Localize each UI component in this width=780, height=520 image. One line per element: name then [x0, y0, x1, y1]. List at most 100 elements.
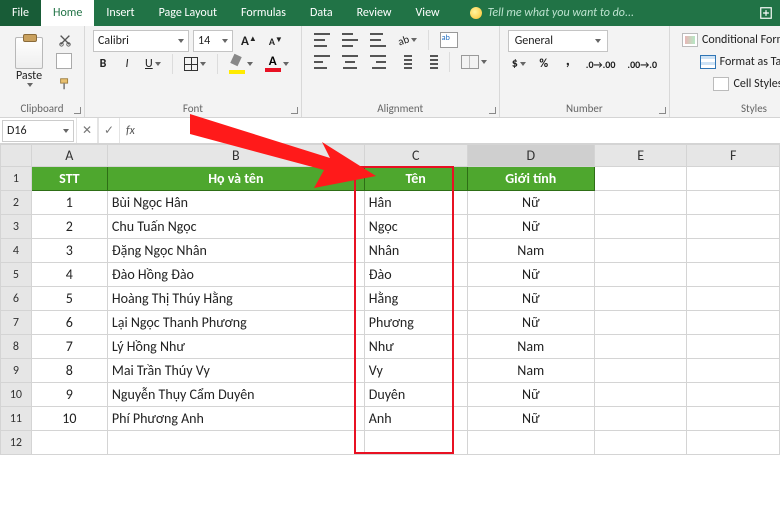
tab-insert[interactable]: Insert — [94, 0, 146, 26]
cell[interactable]: STT — [31, 167, 107, 191]
font-size-select[interactable]: 14 — [193, 30, 233, 52]
cell[interactable] — [594, 167, 686, 191]
row-header[interactable]: 1 — [1, 167, 32, 191]
cell[interactable]: 5 — [31, 287, 107, 311]
decrease-indent-button[interactable] — [394, 52, 416, 72]
cell[interactable]: Ngọc — [364, 215, 467, 239]
cell[interactable]: Giới tính — [467, 167, 594, 191]
cell[interactable]: Đặng Ngọc Nhân — [107, 239, 364, 263]
copy-button[interactable] — [54, 52, 76, 72]
cell[interactable]: 9 — [31, 383, 107, 407]
cell[interactable]: Chu Tuấn Ngọc — [107, 215, 364, 239]
align-right-button[interactable] — [366, 52, 390, 72]
col-header-B[interactable]: B — [107, 145, 364, 167]
cell[interactable]: Đào Hồng Đào — [107, 263, 364, 287]
cell[interactable]: 6 — [31, 311, 107, 335]
cell[interactable] — [594, 263, 686, 287]
col-header-D[interactable]: D — [467, 145, 594, 167]
cell[interactable]: Nữ — [467, 407, 594, 431]
wrap-text-button[interactable] — [436, 30, 462, 50]
borders-button[interactable] — [180, 54, 210, 74]
cell[interactable] — [364, 431, 467, 455]
cell[interactable] — [687, 215, 780, 239]
cell[interactable]: Nữ — [467, 287, 594, 311]
row-header[interactable]: 11 — [1, 407, 32, 431]
cell[interactable] — [687, 167, 780, 191]
cell[interactable]: Tên — [364, 167, 467, 191]
cell[interactable] — [687, 239, 780, 263]
tab-home[interactable]: Home — [41, 0, 94, 26]
col-header-C[interactable]: C — [364, 145, 467, 167]
cell[interactable]: Bùi Ngọc Hân — [107, 191, 364, 215]
conditional-formatting-button[interactable]: Conditional Formatting — [678, 30, 780, 50]
fill-color-button[interactable] — [225, 54, 257, 74]
tab-view[interactable]: View — [404, 0, 452, 26]
align-center-button[interactable] — [338, 52, 362, 72]
font-color-button[interactable]: A — [261, 54, 293, 74]
italic-button[interactable]: I — [117, 54, 137, 74]
decrease-decimal-button[interactable]: .00→.0 — [623, 54, 661, 74]
dialog-launcher-icon[interactable] — [657, 105, 667, 115]
row-header[interactable]: 9 — [1, 359, 32, 383]
align-top-button[interactable] — [310, 30, 334, 50]
dialog-launcher-icon[interactable] — [72, 105, 82, 115]
cell[interactable] — [687, 431, 780, 455]
cell-styles-button[interactable]: Cell Styles — [678, 74, 780, 94]
cell[interactable] — [594, 335, 686, 359]
cell[interactable]: 7 — [31, 335, 107, 359]
cell[interactable]: Hằng — [364, 287, 467, 311]
tab-formulas[interactable]: Formulas — [229, 0, 298, 26]
dialog-launcher-icon[interactable] — [487, 105, 497, 115]
cell[interactable]: Nữ — [467, 383, 594, 407]
row-header[interactable]: 8 — [1, 335, 32, 359]
cell[interactable]: Phương — [364, 311, 467, 335]
cell[interactable] — [687, 335, 780, 359]
cell[interactable] — [594, 431, 686, 455]
font-name-select[interactable]: Calibri — [93, 30, 189, 52]
cell[interactable] — [594, 287, 686, 311]
cell[interactable]: Nam — [467, 335, 594, 359]
dialog-launcher-icon[interactable] — [289, 105, 299, 115]
cell[interactable] — [687, 263, 780, 287]
row-header[interactable]: 7 — [1, 311, 32, 335]
row-header[interactable]: 10 — [1, 383, 32, 407]
col-header-E[interactable]: E — [594, 145, 686, 167]
grow-font-button[interactable]: A▲ — [237, 31, 261, 51]
cell[interactable] — [687, 311, 780, 335]
increase-indent-button[interactable] — [420, 52, 442, 72]
underline-button[interactable]: U — [141, 54, 165, 74]
cell[interactable]: Nhân — [364, 239, 467, 263]
cell[interactable]: Nam — [467, 359, 594, 383]
cell[interactable]: Đào — [364, 263, 467, 287]
row-header[interactable]: 6 — [1, 287, 32, 311]
cell[interactable]: Hân — [364, 191, 467, 215]
cell[interactable]: Vy — [364, 359, 467, 383]
orientation-button[interactable]: ab — [394, 30, 421, 50]
cell[interactable] — [594, 383, 686, 407]
format-painter-button[interactable] — [54, 74, 76, 94]
cell[interactable]: 8 — [31, 359, 107, 383]
bold-button[interactable]: B — [93, 54, 113, 74]
select-all-corner[interactable] — [1, 145, 32, 167]
accounting-format-button[interactable] — [508, 54, 530, 74]
align-left-button[interactable] — [310, 52, 334, 72]
cell[interactable] — [687, 383, 780, 407]
col-header-A[interactable]: A — [31, 145, 107, 167]
enter-formula-button[interactable]: ✓ — [98, 118, 120, 143]
cell[interactable] — [687, 287, 780, 311]
cell[interactable]: Như — [364, 335, 467, 359]
cell[interactable]: Nữ — [467, 263, 594, 287]
fx-icon[interactable]: fx — [120, 124, 141, 138]
cell[interactable]: 3 — [31, 239, 107, 263]
tab-data[interactable]: Data — [298, 0, 345, 26]
cell[interactable] — [594, 215, 686, 239]
cell[interactable]: Nữ — [467, 215, 594, 239]
number-format-select[interactable]: General — [508, 30, 608, 52]
tab-file[interactable]: File — [0, 0, 41, 26]
col-header-F[interactable]: F — [687, 145, 780, 167]
paste-button[interactable]: Paste — [8, 30, 50, 94]
cell[interactable] — [594, 407, 686, 431]
cell[interactable]: Mai Trần Thúy Vy — [107, 359, 364, 383]
cell[interactable]: 10 — [31, 407, 107, 431]
share-button[interactable] — [752, 0, 780, 26]
